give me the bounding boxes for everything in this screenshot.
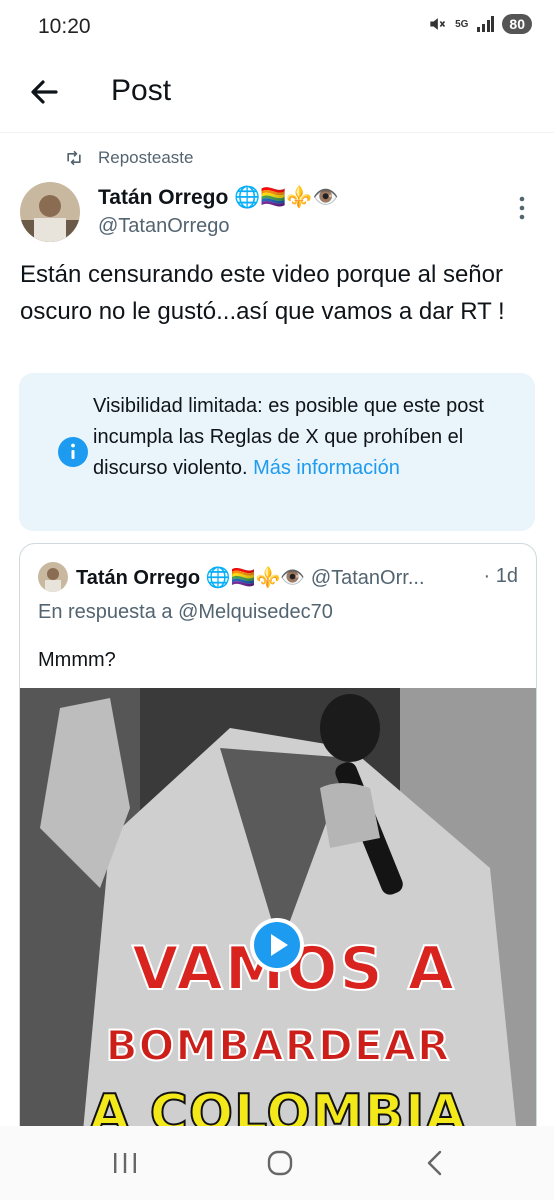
status-time: 10:20	[38, 15, 91, 38]
avatar[interactable]	[20, 182, 80, 242]
play-icon[interactable]	[249, 917, 305, 973]
page-title: Post	[111, 74, 172, 107]
recent-apps-icon[interactable]	[111, 1150, 139, 1176]
nav-back-icon[interactable]	[424, 1150, 444, 1176]
quote-author-name[interactable]: Tatán Orrego 🌐🏳️‍🌈⚜️👁️	[76, 567, 305, 589]
info-icon	[58, 437, 88, 467]
more-info-link[interactable]: Más información	[253, 457, 400, 479]
system-nav-bar	[0, 1126, 554, 1200]
quote-text: Mmmm?	[38, 649, 116, 671]
quoted-post[interactable]: Tatán Orrego 🌐🏳️‍🌈⚜️👁️ @TatanOrr... · 1d…	[19, 543, 537, 1165]
author-handle[interactable]: @TatanOrrego	[98, 215, 229, 238]
video-caption-2: BOMBARDEAR	[105, 1020, 451, 1071]
repost-indicator: Reposteaste	[64, 148, 193, 168]
back-arrow-icon[interactable]	[26, 74, 62, 110]
notice-text: Visibilidad limitada: es posible que est…	[93, 391, 513, 484]
quote-time: · 1d	[477, 565, 518, 588]
status-bar: 10:20 5G 80	[0, 0, 554, 56]
battery-indicator: 80	[502, 14, 532, 34]
more-vertical-icon[interactable]	[512, 195, 532, 221]
video-player[interactable]: VAMOS A BOMBARDEAR A COLOMBIA	[20, 688, 536, 1164]
post-text: Están censurando este video porque al se…	[20, 261, 505, 325]
repost-label: Reposteaste	[98, 148, 194, 167]
quote-author-handle[interactable]: @TatanOrr...	[311, 567, 425, 589]
status-icons: 5G 80	[427, 14, 532, 34]
signal-icon	[477, 16, 495, 32]
quote-header: Tatán Orrego 🌐🏳️‍🌈⚜️👁️ @TatanOrr...	[76, 565, 526, 590]
network-label: 5G	[455, 18, 469, 30]
visibility-notice: Visibilidad limitada: es posible que est…	[19, 373, 535, 531]
repost-icon	[67, 150, 81, 166]
home-icon[interactable]	[267, 1150, 293, 1176]
mute-icon	[430, 18, 446, 30]
author-name[interactable]: Tatán Orrego 🌐🏳️‍🌈⚜️👁️	[98, 186, 339, 210]
quote-reply-to: En respuesta a @Melquisedec70	[38, 601, 333, 623]
page-header: Post	[0, 56, 554, 133]
quote-avatar[interactable]	[38, 562, 68, 592]
